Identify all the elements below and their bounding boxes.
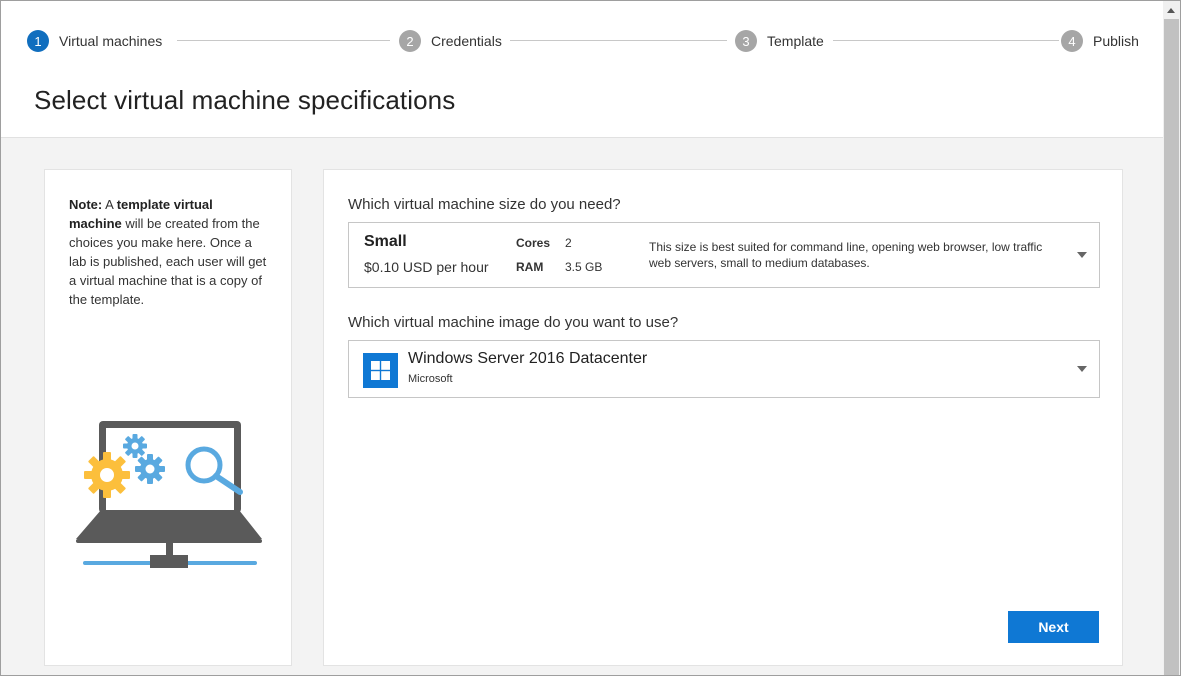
step-publish[interactable]: 4 Publish xyxy=(1061,29,1139,53)
image-name: Windows Server 2016 Datacenter xyxy=(408,350,648,367)
template-note: Note: A template virtual machine will be… xyxy=(69,195,269,309)
app-window: 1 Virtual machines 2 Credentials 3 Templ… xyxy=(0,0,1181,676)
step-number: 2 xyxy=(399,30,421,52)
cores-label: Cores xyxy=(516,236,551,250)
laptop-base-icon xyxy=(76,510,262,539)
step-connector xyxy=(833,40,1059,41)
step-connector xyxy=(177,40,390,41)
gear-icon xyxy=(135,454,165,484)
step-connector xyxy=(509,40,727,41)
windows-logo-icon xyxy=(363,353,398,388)
cores-value: 2 xyxy=(565,236,572,250)
scrollbar-thumb[interactable] xyxy=(1164,19,1179,675)
next-button[interactable]: Next xyxy=(1008,611,1099,643)
vm-size-dropdown[interactable]: Small $0.10 USD per hour Cores 2 RAM 3.5… xyxy=(348,222,1100,288)
page-title: Select virtual machine specifications xyxy=(34,85,456,115)
step-number: 3 xyxy=(735,30,757,52)
vertical-scrollbar[interactable] xyxy=(1163,1,1180,675)
step-label: Template xyxy=(767,33,824,49)
size-description: This size is best suited for command lin… xyxy=(649,240,1043,270)
step-label: Virtual machines xyxy=(59,33,163,49)
chevron-down-icon[interactable] xyxy=(1077,252,1087,258)
step-virtual-machines[interactable]: 1 Virtual machines xyxy=(27,29,171,53)
note-prefix: Note: xyxy=(69,197,103,212)
scroll-up-arrow-icon[interactable] xyxy=(1167,8,1175,13)
wizard-stepper: 1 Virtual machines 2 Credentials 3 Templ… xyxy=(27,29,1139,53)
gear-icon xyxy=(123,434,147,458)
step-label: Publish xyxy=(1093,33,1139,49)
image-question: Which virtual machine image do you want … xyxy=(348,314,679,331)
vm-image-dropdown[interactable]: Windows Server 2016 Datacenter Microsoft xyxy=(348,340,1100,398)
form-card: Which virtual machine size do you need? … xyxy=(323,169,1123,666)
ram-value: 3.5 GB xyxy=(565,260,603,274)
chevron-down-icon[interactable] xyxy=(1077,366,1087,372)
step-label: Credentials xyxy=(431,33,502,49)
step-credentials[interactable]: 2 Credentials xyxy=(398,29,510,53)
step-number: 1 xyxy=(27,30,49,52)
info-card: Note: A template virtual machine will be… xyxy=(44,169,292,666)
step-template[interactable]: 3 Template xyxy=(735,29,832,53)
note-text: A xyxy=(102,197,117,212)
laptop-illustration xyxy=(76,421,262,568)
gear-icon xyxy=(84,452,130,498)
size-question: Which virtual machine size do you need? xyxy=(348,196,621,213)
size-name: Small xyxy=(364,233,407,250)
ram-label: RAM xyxy=(516,260,544,274)
step-number: 4 xyxy=(1061,30,1083,52)
image-publisher: Microsoft xyxy=(408,373,453,385)
size-price: $0.10 USD per hour xyxy=(364,259,489,275)
